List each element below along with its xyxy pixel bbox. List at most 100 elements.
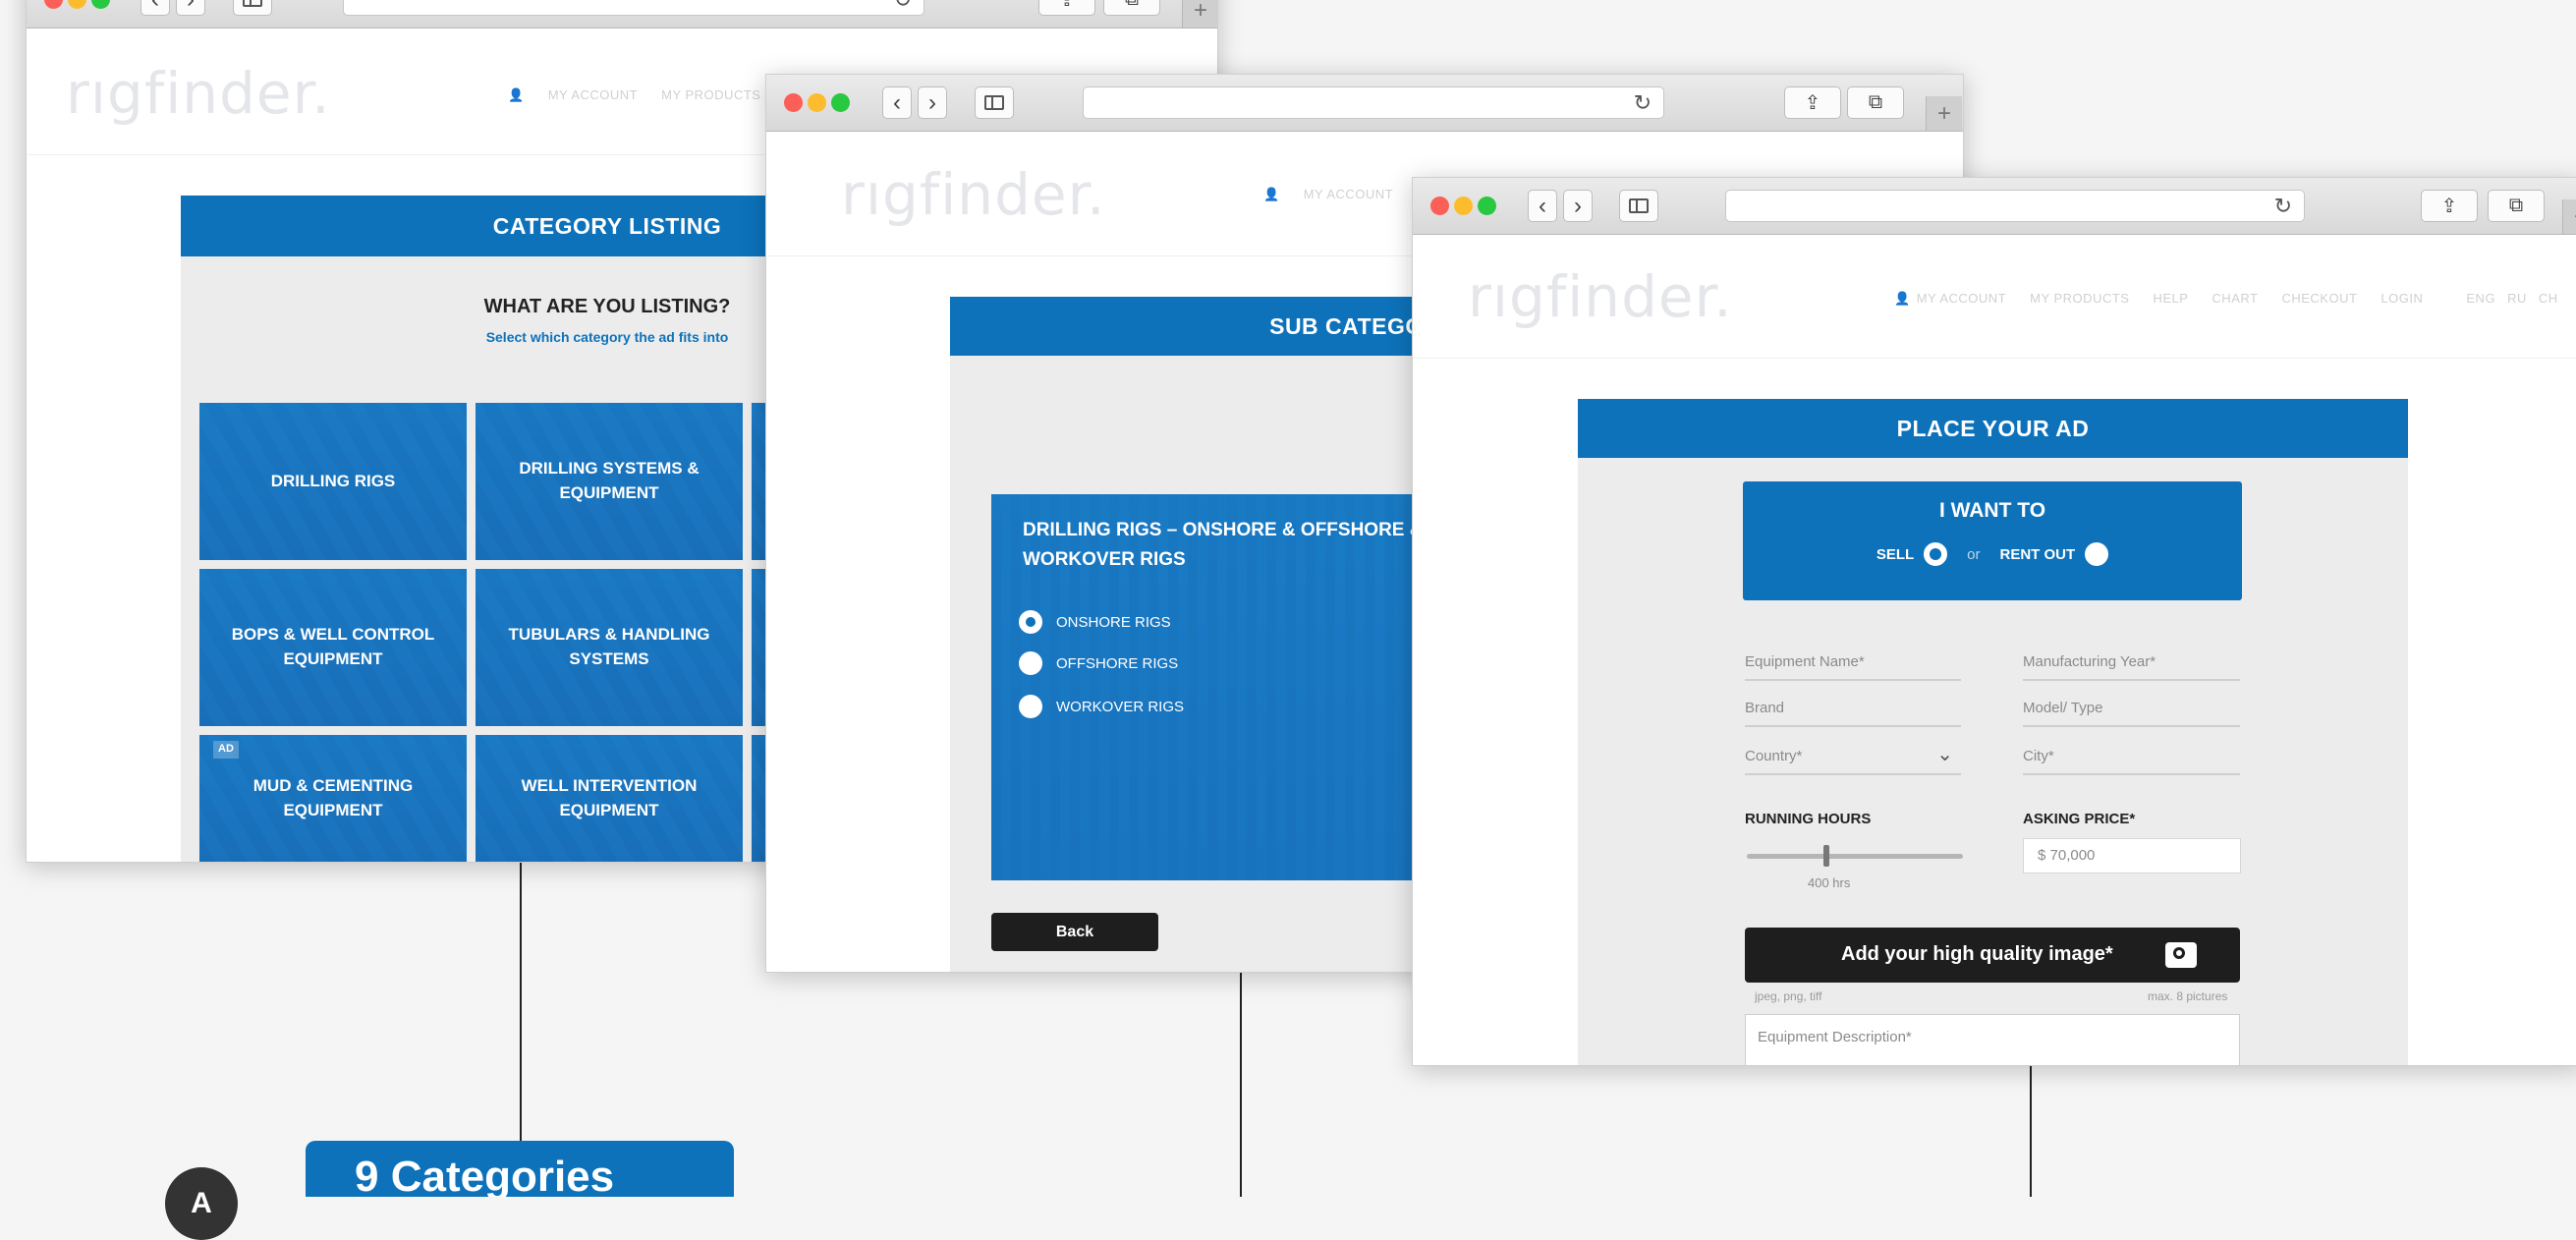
header-divider — [1413, 358, 2576, 359]
minimize-icon[interactable] — [808, 93, 826, 112]
rent-out-label: RENT OUT — [1999, 545, 2076, 563]
close-icon[interactable] — [784, 93, 803, 112]
browser-window-place-ad: ‹ › ↻ ⇪ ⧉ + rıgfinder. 👤 MY ACCOUNT MY PRO… — [1412, 177, 2576, 1066]
subcategory-title: DRILLING RIGS – ONSHORE & OFFSHORE & WOR… — [1023, 520, 1424, 570]
tile-bops-well-control[interactable]: BOPS & WELL CONTROL EQUIPMENT — [199, 569, 467, 726]
close-icon[interactable] — [44, 0, 63, 9]
country-label: Country* — [1745, 748, 1803, 764]
reload-icon[interactable]: ↻ — [2274, 194, 2292, 219]
browser-toolbar: ‹ › ↻ ⇪ ⧉ + — [766, 75, 1963, 132]
manufacturing-year-field[interactable]: Manufacturing Year* — [2023, 649, 2240, 681]
nav-my-products[interactable]: MY PRODUCTS — [2030, 291, 2129, 306]
site-nav: 👤 MY ACCOUNT MY PRODUCTS — [508, 87, 784, 103]
i-want-to-box: I WANT TO SELL or RENT OUT — [1743, 481, 2242, 600]
tile-drilling-rigs[interactable]: DRILLING RIGS — [199, 403, 467, 560]
tile-drilling-systems[interactable]: DRILLING SYSTEMS & EQUIPMENT — [476, 403, 743, 560]
new-tab-icon[interactable]: + — [1926, 96, 1962, 131]
option-label: ONSHORE RIGS — [1056, 613, 1171, 631]
categories-label: 9 Categories — [306, 1141, 734, 1197]
slider-handle[interactable] — [1823, 845, 1829, 867]
or-label: or — [1967, 545, 1981, 563]
site-nav: 👤 MY ACCOUNT MY PRODUCTS HELP CHART CHECKOUT L… — [1894, 291, 2576, 307]
radio-selected-icon[interactable] — [1019, 610, 1042, 634]
back-button[interactable]: Back — [991, 913, 1158, 951]
radio-icon[interactable] — [1019, 695, 1042, 718]
close-icon[interactable] — [1430, 197, 1449, 215]
rent-out-radio[interactable] — [2085, 542, 2109, 566]
zoom-icon[interactable] — [91, 0, 110, 9]
option-workover-rigs[interactable]: WORKOVER RIGS — [1019, 695, 1184, 718]
nav-my-account[interactable]: MY ACCOUNT — [1304, 187, 1393, 201]
max-pictures-note: max. 8 pictures — [2148, 989, 2228, 1003]
nav-checkout[interactable]: CHECKOUT — [2281, 291, 2357, 306]
tabs-icon[interactable]: ⧉ — [1103, 0, 1160, 16]
option-label: OFFSHORE RIGS — [1056, 654, 1179, 672]
sell-radio[interactable] — [1924, 542, 1948, 566]
share-icon[interactable]: ⇪ — [1038, 0, 1095, 16]
forward-arrow-icon[interactable]: › — [918, 86, 947, 119]
nav-login[interactable]: LOGIN — [2380, 291, 2423, 306]
asking-price-input[interactable]: $ 70,000 — [2023, 838, 2241, 874]
lang-eng[interactable]: ENG — [2466, 291, 2495, 306]
equipment-description-field[interactable]: Equipment Description* — [1745, 1014, 2240, 1065]
tile-tubulars-handling[interactable]: TUBULARS & HANDLING SYSTEMS — [476, 569, 743, 726]
user-icon: 👤 — [1263, 187, 1280, 201]
ad-tag: AD — [213, 741, 239, 759]
tile-mud-cementing[interactable]: AD MUD & CEMENTING EQUIPMENT — [199, 735, 467, 862]
zoom-icon[interactable] — [1478, 197, 1496, 215]
tile-well-intervention[interactable]: WELL INTERVENTION EQUIPMENT — [476, 735, 743, 862]
site-nav: 👤 MY ACCOUNT — [1263, 187, 1417, 202]
address-bar[interactable]: ↻ — [343, 0, 924, 16]
reload-icon[interactable]: ↻ — [1634, 90, 1652, 116]
back-arrow-icon[interactable]: ‹ — [1528, 190, 1557, 222]
brand-field[interactable]: Brand — [1745, 696, 1961, 727]
back-arrow-icon[interactable]: ‹ — [882, 86, 912, 119]
sidebar-icon[interactable] — [233, 0, 272, 16]
country-select[interactable]: Country* ⌄ — [1745, 744, 1961, 775]
sidebar-icon[interactable] — [1619, 190, 1658, 222]
lang-ch[interactable]: CH — [2539, 291, 2558, 306]
zoom-icon[interactable] — [831, 93, 850, 112]
browser-toolbar: ‹ › ↻ ⇪ ⧉ + — [1413, 178, 2576, 235]
running-hours-slider[interactable] — [1747, 854, 1963, 859]
connector-line-2 — [1240, 971, 1242, 1197]
option-onshore-rigs[interactable]: ONSHORE RIGS — [1019, 610, 1171, 634]
nav-my-products[interactable]: MY PRODUCTS — [661, 87, 760, 102]
city-field[interactable]: City* — [2023, 744, 2240, 775]
asking-price-label: ASKING PRICE* — [2023, 811, 2136, 827]
connector-line-1 — [520, 861, 522, 1146]
address-bar[interactable]: ↻ — [1725, 190, 2305, 222]
back-arrow-icon[interactable]: ‹ — [140, 0, 170, 16]
equipment-name-field[interactable]: Equipment Name* — [1745, 649, 1961, 681]
minimize-icon[interactable] — [1454, 197, 1473, 215]
forward-arrow-icon[interactable]: › — [176, 0, 205, 16]
site-logo: rıgfinder. — [66, 60, 331, 127]
add-image-button[interactable]: Add your high quality image* — [1745, 928, 2240, 983]
nav-chart[interactable]: CHART — [2212, 291, 2258, 306]
reload-icon[interactable]: ↻ — [894, 0, 912, 13]
formats-note: jpeg, png, tiff — [1755, 989, 1822, 1003]
nav-my-account[interactable]: MY ACCOUNT — [1917, 291, 2006, 306]
option-offshore-rigs[interactable]: OFFSHORE RIGS — [1019, 651, 1178, 675]
address-bar[interactable]: ↻ — [1083, 86, 1664, 119]
share-icon[interactable]: ⇪ — [1784, 86, 1841, 119]
option-label: WORKOVER RIGS — [1056, 698, 1185, 715]
user-icon: 👤 — [1894, 291, 1911, 306]
lang-ru[interactable]: RU — [2507, 291, 2527, 306]
panel-title: PLACE YOUR AD — [1578, 399, 2408, 458]
sidebar-icon[interactable] — [975, 86, 1014, 119]
site-logo: rıgfinder. — [841, 161, 1106, 228]
tabs-icon[interactable]: ⧉ — [2488, 190, 2545, 222]
forward-arrow-icon[interactable]: › — [1563, 190, 1593, 222]
step-badge: A — [165, 1167, 238, 1240]
new-tab-icon[interactable]: + — [1182, 0, 1217, 28]
new-tab-icon[interactable]: + — [2562, 199, 2576, 234]
share-icon[interactable]: ⇪ — [2421, 190, 2478, 222]
nav-help[interactable]: HELP — [2153, 291, 2188, 306]
nav-my-account[interactable]: MY ACCOUNT — [548, 87, 638, 102]
minimize-icon[interactable] — [68, 0, 86, 9]
camera-icon — [2165, 942, 2197, 968]
tabs-icon[interactable]: ⧉ — [1847, 86, 1904, 119]
radio-icon[interactable] — [1019, 651, 1042, 675]
model-type-field[interactable]: Model/ Type — [2023, 696, 2240, 727]
